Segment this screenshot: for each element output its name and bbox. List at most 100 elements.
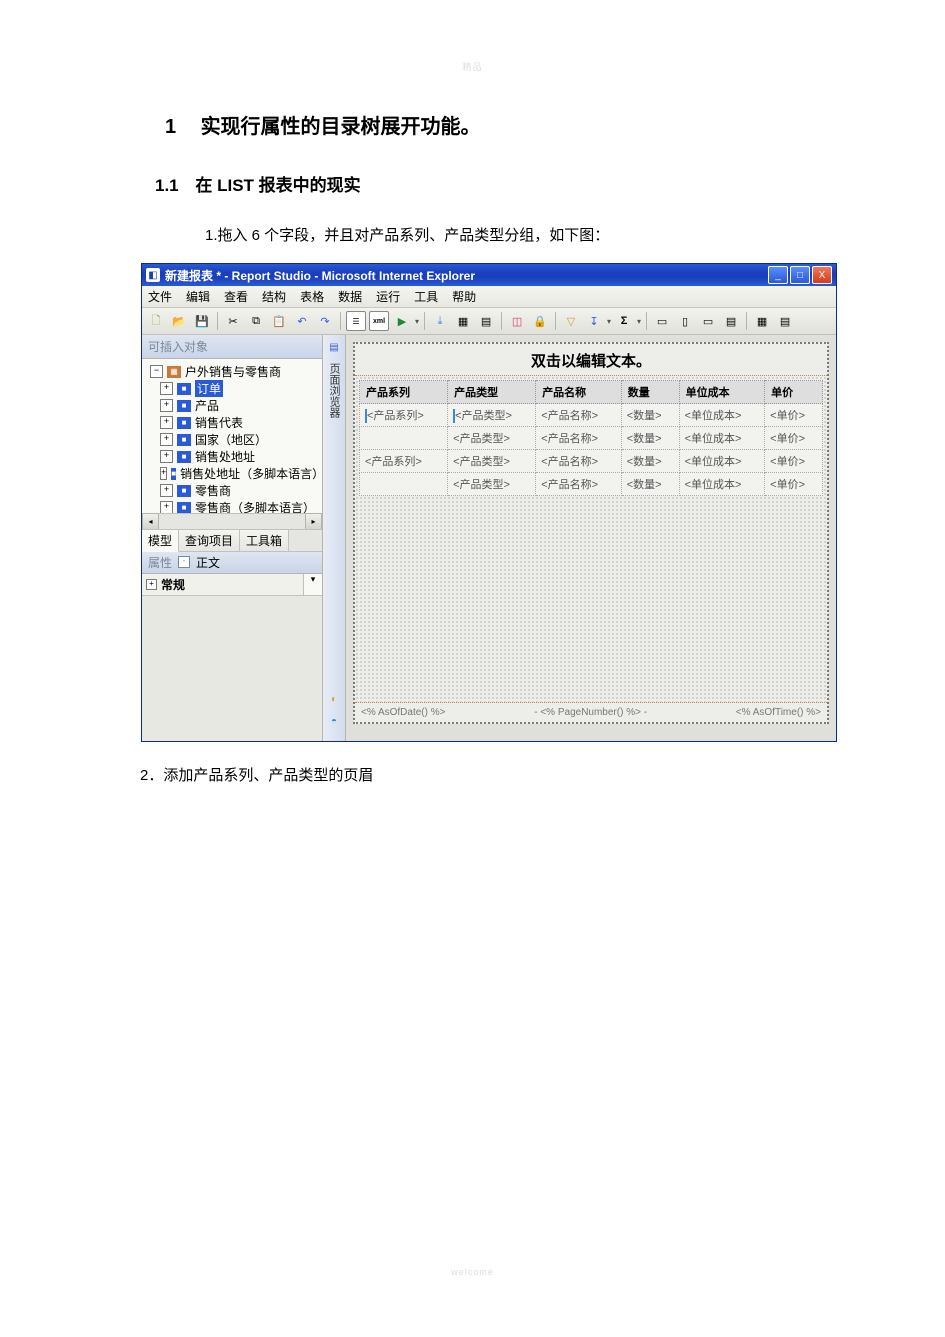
list-cell[interactable]: <产品名称> — [536, 404, 622, 427]
tree-item-retailer-multi[interactable]: + ■ 零售商（多脚本语言） — [146, 499, 322, 513]
tab-query[interactable]: 查询项目 — [179, 530, 240, 551]
list-header[interactable]: 产品类型 — [448, 381, 536, 404]
page-explorer-strip[interactable]: ▤ 页面浏览器 ◐ ◓ — [323, 335, 346, 741]
expand-icon[interactable]: + — [146, 579, 157, 590]
list-cell[interactable]: <数量> — [621, 404, 679, 427]
model-tree[interactable]: − ▦ 户外销售与零售商 + ■ 订单 + ■ 产品 — [142, 359, 322, 513]
menu-help[interactable]: 帮助 — [452, 288, 476, 305]
list-cell[interactable]: <数量> — [621, 450, 679, 473]
menu-view[interactable]: 查看 — [224, 288, 248, 305]
maximize-button[interactable]: □ — [790, 266, 810, 284]
list-row[interactable]: <产品类型> <产品名称> <数量> <单位成本> <单价> — [360, 427, 823, 450]
list-cell[interactable]: <单位成本> — [679, 404, 765, 427]
footer-pagenum[interactable]: - <% PageNumber() %> - — [534, 707, 647, 718]
export-icon[interactable]: ⤓ — [430, 311, 450, 331]
cut-icon[interactable]: ✂ — [223, 311, 243, 331]
expand-icon[interactable]: + — [160, 399, 173, 412]
run-dropdown-icon[interactable]: ▾ — [415, 317, 419, 326]
sort-dropdown-icon[interactable]: ▾ — [607, 317, 611, 326]
list-cell[interactable]: <产品名称> — [536, 450, 622, 473]
props-collapse-icon[interactable]: - — [178, 556, 190, 568]
scroll-left-icon[interactable]: ◂ — [142, 513, 159, 530]
list-cell[interactable]: <单价> — [765, 450, 823, 473]
new-icon[interactable]: 🗋 — [146, 311, 166, 331]
report-title-placeholder[interactable]: 双击以编辑文本。 — [355, 344, 827, 376]
paste-icon[interactable]: 📋 — [269, 311, 289, 331]
scroll-right-icon[interactable]: ▸ — [305, 513, 322, 530]
expand-icon[interactable]: + — [160, 416, 173, 429]
list-header[interactable]: 单位成本 — [679, 381, 765, 404]
titlebar[interactable]: ◧ 新建报表 * - Report Studio - Microsoft Int… — [142, 264, 836, 286]
align-center-icon[interactable]: ▯ — [675, 311, 695, 331]
menu-edit[interactable]: 编辑 — [186, 288, 210, 305]
list-cell[interactable]: <产品类型> — [448, 473, 536, 496]
list1-icon[interactable]: ▦ — [752, 311, 772, 331]
expand-icon[interactable]: + — [160, 450, 173, 463]
list-cell[interactable]: <产品名称> — [536, 473, 622, 496]
list-cell[interactable]: <产品类型> — [448, 427, 536, 450]
tree-item-salesrep[interactable]: + ■ 销售代表 — [146, 414, 322, 431]
tree-scrollbar-x[interactable]: ◂ ▸ — [142, 513, 322, 529]
undo-icon[interactable]: ↶ — [292, 311, 312, 331]
properties-value-dropdown[interactable]: ▾ — [303, 574, 322, 595]
close-button[interactable]: X — [812, 266, 832, 284]
list-cell[interactable]: <单价> — [765, 473, 823, 496]
menu-file[interactable]: 文件 — [148, 288, 172, 305]
page-explorer-icon[interactable]: ▤ — [326, 339, 342, 355]
tree-root[interactable]: − ▦ 户外销售与零售商 — [146, 363, 322, 380]
summary-icon[interactable]: Σ — [614, 311, 634, 331]
summary-dropdown-icon[interactable]: ▾ — [637, 317, 641, 326]
tree-item-retailer[interactable]: + ■ 零售商 — [146, 482, 322, 499]
list-header[interactable]: 单价 — [765, 381, 823, 404]
list-cell[interactable]: <产品类型> — [448, 404, 536, 427]
design-canvas[interactable]: 双击以编辑文本。 产品系列 产品类型 产品名称 数量 单位成本 单价 <产品系列… — [346, 335, 836, 741]
list-row[interactable]: <产品系列> <产品类型> <产品名称> <数量> <单位成本> <单价> — [360, 450, 823, 473]
menu-table[interactable]: 表格 — [300, 288, 324, 305]
tree-item-salesaddr[interactable]: + ■ 销售处地址 — [146, 448, 322, 465]
footer-asoftime[interactable]: <% AsOfTime() %> — [736, 707, 821, 718]
xml-icon[interactable]: xml — [369, 311, 389, 331]
list-cell[interactable]: <单价> — [765, 404, 823, 427]
expand-icon[interactable]: + — [160, 467, 167, 480]
expand-icon[interactable]: + — [160, 501, 173, 513]
expand-icon[interactable]: + — [160, 484, 173, 497]
tree-item-product[interactable]: + ■ 产品 — [146, 397, 322, 414]
vstrip-icon-1[interactable]: ◐ — [326, 691, 342, 707]
list-row[interactable]: <产品类型> <产品名称> <数量> <单位成本> <单价> — [360, 473, 823, 496]
list-header[interactable]: 产品系列 — [360, 381, 448, 404]
tree-item-country[interactable]: + ■ 国家（地区） — [146, 431, 322, 448]
preview-icon[interactable]: ▦ — [453, 311, 473, 331]
list-cell[interactable]: <数量> — [621, 473, 679, 496]
expand-icon[interactable]: + — [160, 382, 173, 395]
copy-icon[interactable]: ⧉ — [246, 311, 266, 331]
list-row[interactable]: <产品系列> <产品类型> <产品名称> <数量> <单位成本> <单价> — [360, 404, 823, 427]
list-header[interactable]: 产品名称 — [536, 381, 622, 404]
properties-row-general[interactable]: + 常规 ▾ — [142, 574, 322, 596]
list-report[interactable]: 产品系列 产品类型 产品名称 数量 单位成本 单价 <产品系列> <产品类型> … — [359, 380, 823, 496]
cond-icon[interactable]: ◫ — [507, 311, 527, 331]
run-icon[interactable]: ▶ — [392, 311, 412, 331]
align-right-icon[interactable]: ▭ — [698, 311, 718, 331]
sort-icon[interactable]: ↧ — [584, 311, 604, 331]
list-header[interactable]: 数量 — [621, 381, 679, 404]
list-cell[interactable]: <产品系列> — [360, 404, 448, 427]
list-cell[interactable] — [360, 427, 448, 450]
list-cell[interactable]: <数量> — [621, 427, 679, 450]
list-cell[interactable]: <产品系列> — [360, 450, 448, 473]
align-left-icon[interactable]: ▭ — [652, 311, 672, 331]
list-cell[interactable]: <单位成本> — [679, 473, 765, 496]
filter-icon[interactable]: ▽ — [561, 311, 581, 331]
footer-asofdate[interactable]: <% AsOfDate() %> — [361, 707, 445, 718]
save-icon[interactable]: 💾 — [192, 311, 212, 331]
tab-toolbox[interactable]: 工具箱 — [240, 530, 289, 551]
minimize-button[interactable]: _ — [768, 266, 788, 284]
list-cell[interactable]: <单位成本> — [679, 450, 765, 473]
redo-icon[interactable]: ↷ — [315, 311, 335, 331]
list-cell[interactable] — [360, 473, 448, 496]
lock-icon[interactable]: 🔒 — [530, 311, 550, 331]
align-justify-icon[interactable]: ▤ — [721, 311, 741, 331]
expand-icon[interactable]: + — [160, 433, 173, 446]
menu-data[interactable]: 数据 — [338, 288, 362, 305]
list-cell[interactable]: <单位成本> — [679, 427, 765, 450]
tree-item-order[interactable]: + ■ 订单 — [146, 380, 322, 397]
